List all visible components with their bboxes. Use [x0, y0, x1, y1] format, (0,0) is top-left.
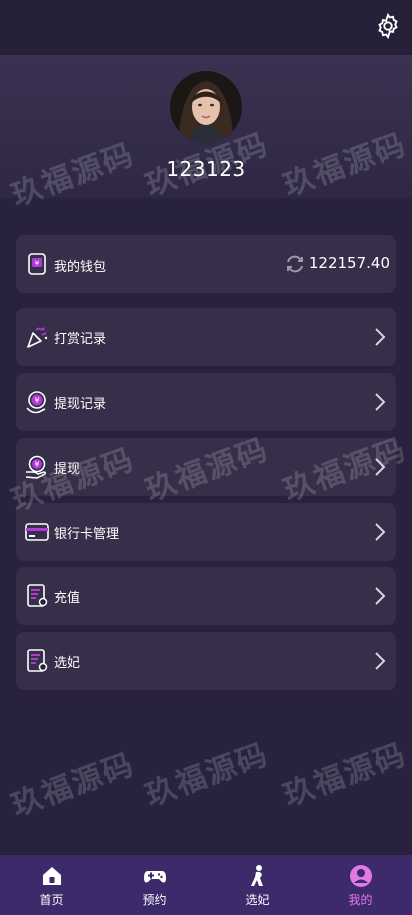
tab-select[interactable]: 选妃	[206, 855, 309, 915]
svg-text:¥: ¥	[34, 396, 39, 405]
select-doc-icon	[27, 649, 48, 672]
menu-item-bank-cards[interactable]: 银行卡管理	[16, 503, 396, 561]
tab-label: 选妃	[245, 893, 270, 907]
avatar[interactable]	[170, 71, 242, 143]
user-circle-icon	[350, 865, 372, 887]
menu-item-tip-records[interactable]: 打赏记录	[16, 308, 396, 366]
chevron-right-icon	[375, 458, 386, 476]
bottom-tab-bar: 首页 预约 选妃 我的	[0, 855, 412, 915]
chevron-right-icon	[375, 523, 386, 541]
refresh-icon[interactable]	[284, 253, 306, 275]
menu-item-label: 银行卡管理	[54, 527, 120, 542]
yuan-coin-hand-icon: ¥	[25, 455, 47, 479]
tab-label: 我的	[348, 893, 373, 907]
chevron-right-icon	[375, 652, 386, 670]
username: 123123	[166, 157, 246, 181]
menu-item-withdraw[interactable]: ¥ 提现	[16, 438, 396, 496]
gear-icon[interactable]	[374, 12, 402, 40]
wallet-row[interactable]: ¥ 我的钱包 122157.40	[16, 235, 396, 293]
menu-item-label: 提现记录	[54, 397, 107, 412]
menu-item-withdraw-records[interactable]: ¥ 提现记录	[16, 373, 396, 431]
chevron-right-icon	[375, 587, 386, 605]
tab-label: 预约	[142, 893, 167, 907]
recharge-doc-icon	[27, 584, 48, 607]
chevron-right-icon	[375, 393, 386, 411]
menu-item-label: 提现	[54, 462, 81, 477]
wallet-balance: 122157.40	[308, 254, 390, 272]
watermark: 玖福源码	[279, 736, 412, 814]
wallet-label: 我的钱包	[54, 260, 107, 275]
svg-text:¥: ¥	[35, 260, 40, 268]
tab-label: 首页	[39, 893, 64, 907]
yuan-coin-icon: ¥	[26, 391, 46, 414]
menu-item-label: 选妃	[54, 656, 81, 671]
chevron-right-icon	[375, 328, 386, 346]
menu-item-select[interactable]: 选妃	[16, 632, 396, 690]
menu-item-label: 充值	[54, 591, 81, 606]
watermark: 玖福源码	[7, 746, 140, 824]
tab-booking[interactable]: 预约	[103, 855, 206, 915]
menu-item-label: 打赏记录	[54, 332, 107, 347]
tab-home[interactable]: 首页	[0, 855, 103, 915]
svg-text:¥: ¥	[35, 460, 40, 469]
home-icon	[43, 867, 61, 885]
watermark: 玖福源码	[141, 736, 274, 814]
bank-card-icon	[25, 523, 49, 541]
figure-icon	[251, 865, 263, 886]
party-popper-icon	[27, 327, 48, 348]
gamepad-icon	[144, 871, 166, 883]
wallet-icon: ¥	[28, 253, 46, 275]
tab-mine[interactable]: 我的	[309, 855, 412, 915]
top-bar	[0, 0, 412, 55]
menu-item-recharge[interactable]: 充值	[16, 567, 396, 625]
